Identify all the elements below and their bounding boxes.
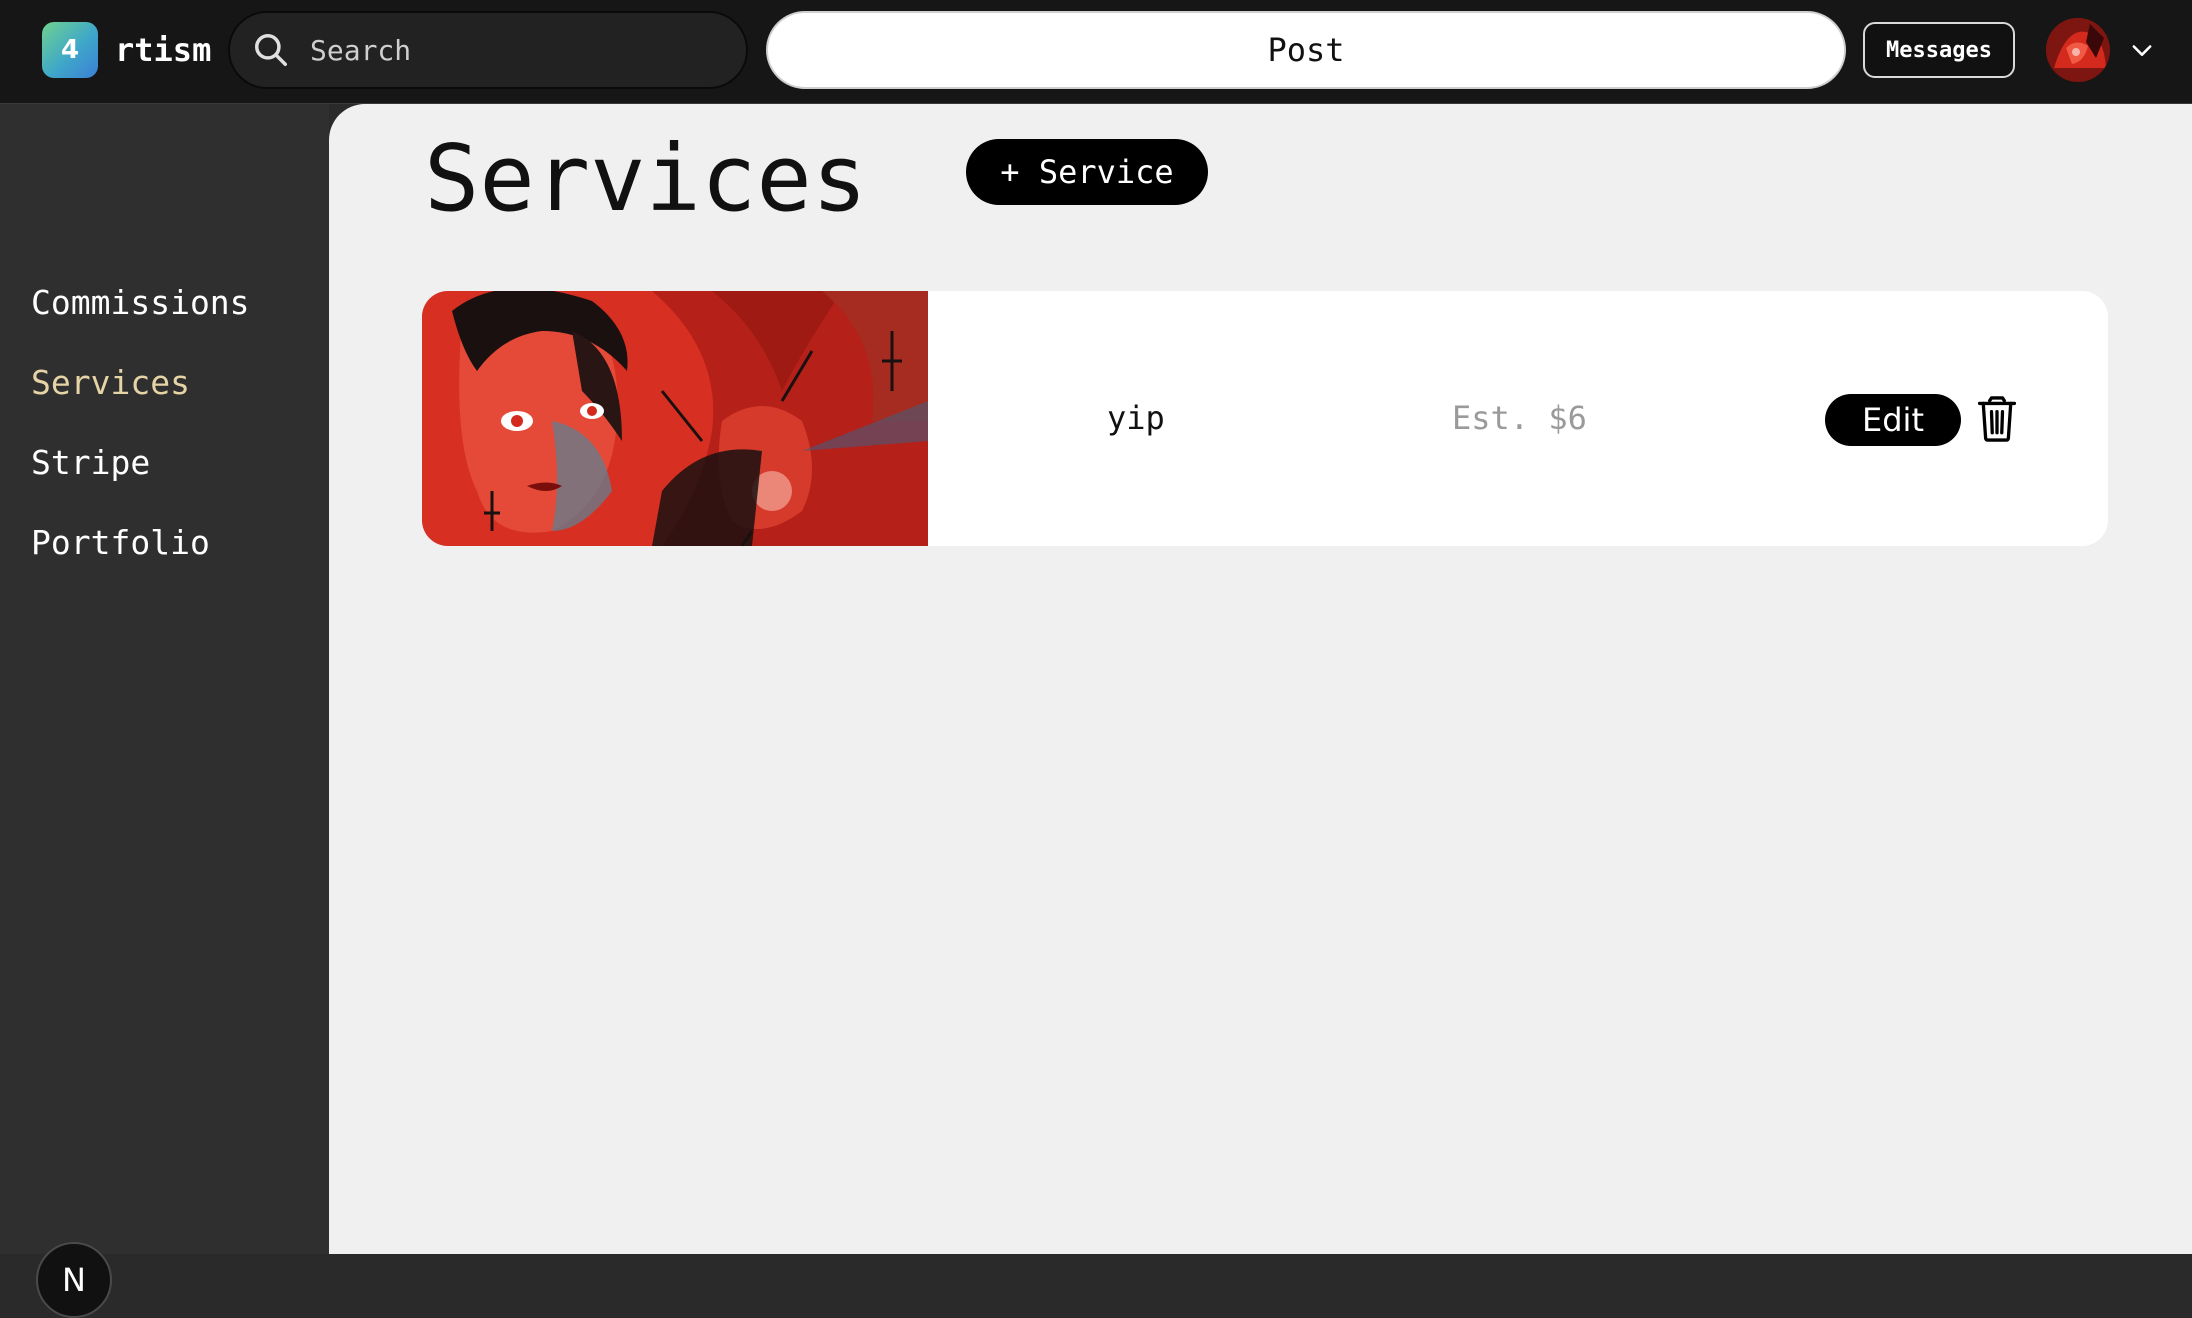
messages-button[interactable]: Messages	[1863, 22, 2015, 78]
avatar-image	[2046, 18, 2110, 82]
sidebar-item-services[interactable]: Services	[31, 361, 190, 405]
add-service-button[interactable]: + Service	[966, 139, 1208, 205]
edit-service-button[interactable]: Edit	[1825, 394, 1961, 446]
avatar[interactable]	[2046, 18, 2110, 82]
logo-glyph: 4	[60, 35, 80, 65]
chevron-down-icon[interactable]	[2128, 36, 2156, 64]
sidebar-item-portfolio[interactable]: Portfolio	[31, 521, 210, 565]
sidebar-item-stripe[interactable]: Stripe	[31, 441, 150, 485]
service-price: Est. $6	[1452, 399, 1587, 437]
post-button[interactable]: Post	[766, 11, 1846, 89]
sidebar-item-commissions[interactable]: Commissions	[31, 281, 250, 325]
search-input[interactable]	[308, 28, 708, 72]
sidebar: Commissions Services Stripe Portfolio N	[0, 104, 329, 1318]
trash-icon[interactable]	[1975, 395, 2019, 443]
top-bar: 4 rtism Post Messages	[0, 0, 2192, 104]
service-card: yip Est. $6 Edit	[422, 291, 2108, 546]
nextjs-badge-icon[interactable]: N	[36, 1242, 112, 1318]
service-name: yip	[1107, 399, 1165, 437]
search-icon	[255, 34, 287, 66]
service-thumbnail[interactable]	[422, 291, 928, 546]
logo-text[interactable]: rtism	[115, 28, 211, 72]
thumbnail-artwork	[422, 291, 928, 546]
logo-icon[interactable]: 4	[42, 22, 98, 78]
page-title: Services	[424, 125, 868, 232]
search-bar[interactable]	[228, 11, 748, 89]
main-content: Services + Service yip Est. $6 Edit	[329, 104, 2192, 1254]
badge-glyph: N	[62, 1261, 86, 1299]
